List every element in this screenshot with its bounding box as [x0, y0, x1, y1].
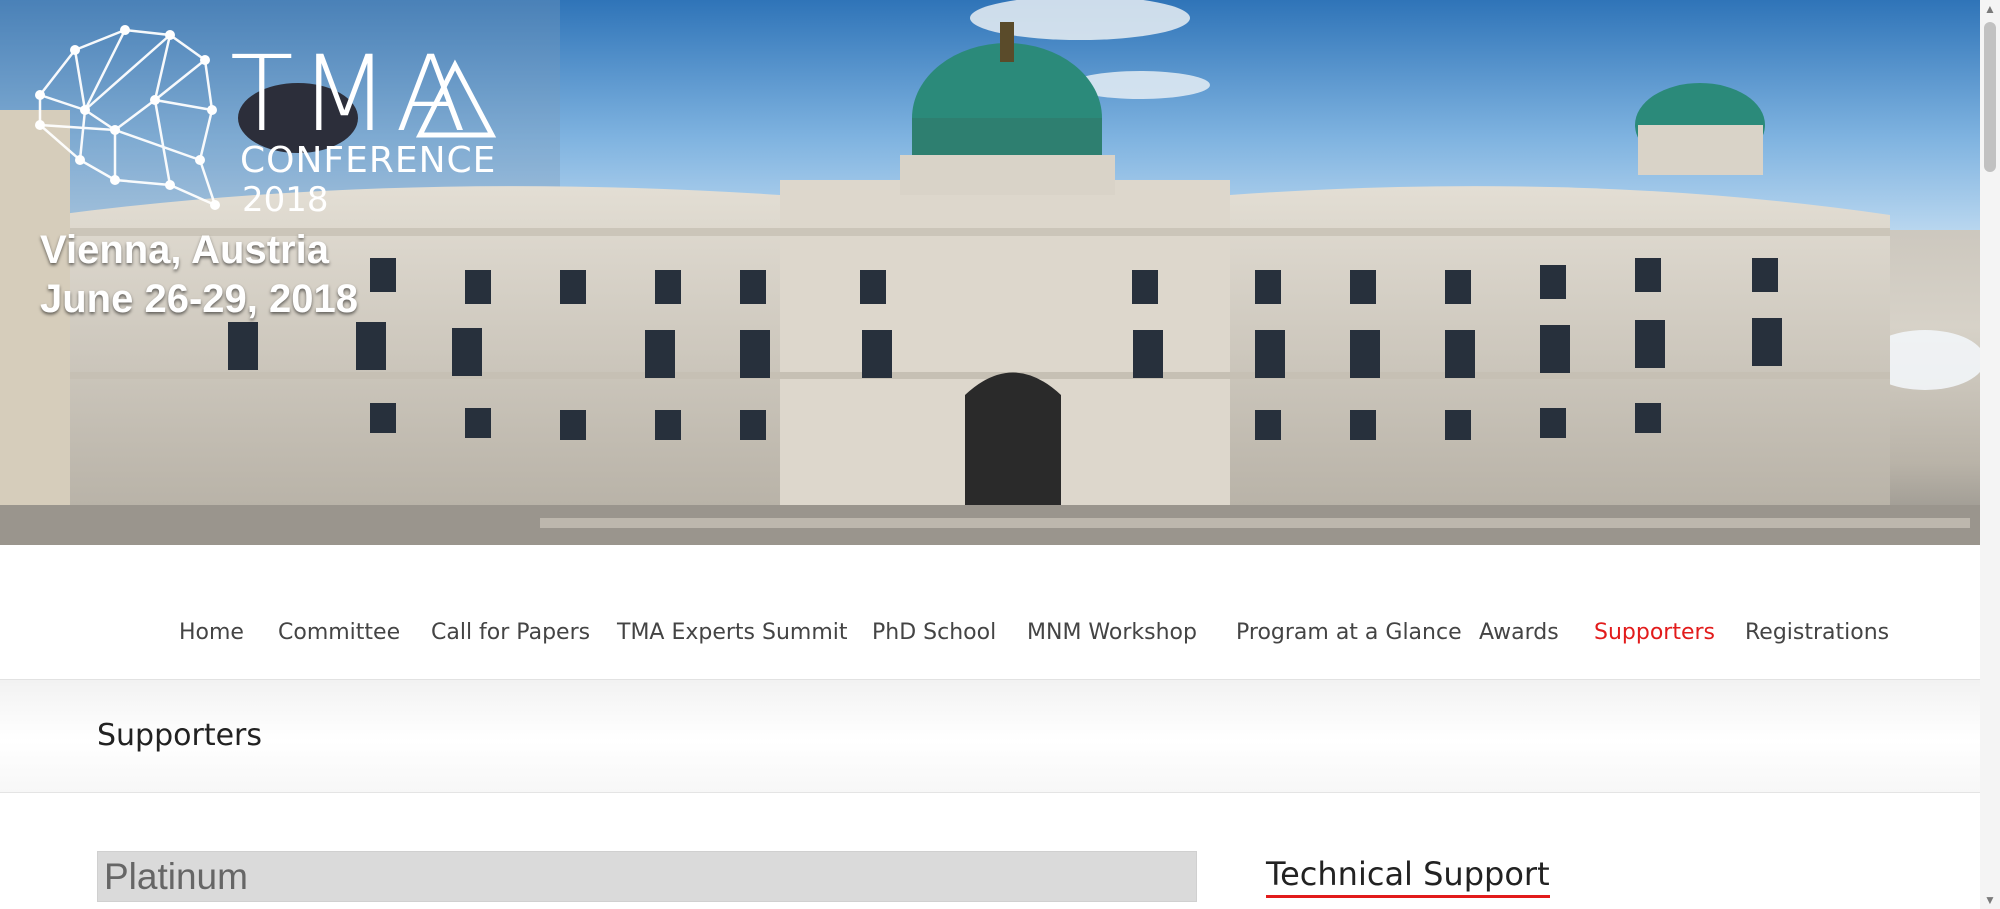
page-title: Supporters — [97, 718, 263, 753]
nav-item-committee[interactable]: Committee — [278, 620, 400, 645]
nav-item-tma-experts-summit[interactable]: TMA Experts Summit — [617, 620, 848, 645]
main-navigation: Home Committee Call for Papers TMA Exper… — [0, 545, 1980, 680]
logo-year: 2018 — [242, 180, 329, 220]
section-header-label: Platinum — [104, 856, 248, 897]
scroll-up-icon[interactable]: ▲ — [1980, 0, 2000, 18]
conference-date: June 26-29, 2018 — [40, 277, 358, 321]
nav-item-awards[interactable]: Awards — [1479, 620, 1559, 645]
nav-item-supporters[interactable]: Supporters — [1594, 620, 1715, 645]
header-banner: TMA CONFERENCE 2018 Vienna, Austria June… — [0, 0, 1980, 545]
nav-item-home[interactable]: Home — [179, 620, 244, 645]
nav-item-registrations[interactable]: Registrations — [1745, 620, 1889, 645]
nav-item-phd-school[interactable]: PhD School — [872, 620, 996, 645]
page-scrollbar[interactable]: ▲ ▼ — [1980, 0, 2000, 909]
nav-item-program-at-a-glance[interactable]: Program at a Glance — [1236, 620, 1462, 645]
sidebar-widget-title: Technical Support — [1266, 855, 1550, 898]
scroll-thumb[interactable] — [1984, 22, 1996, 172]
logo-title: TMA — [230, 33, 473, 155]
scroll-down-icon[interactable]: ▼ — [1980, 891, 2000, 909]
section-header-platinum: Platinum — [97, 851, 1197, 902]
logo-subtitle: CONFERENCE — [240, 140, 497, 181]
page-title-band: Supporters — [0, 680, 1980, 793]
nav-item-call-for-papers[interactable]: Call for Papers — [431, 620, 590, 645]
nav-item-mnm-workshop[interactable]: MNM Workshop — [1027, 620, 1197, 645]
conference-location: Vienna, Austria — [40, 228, 329, 272]
